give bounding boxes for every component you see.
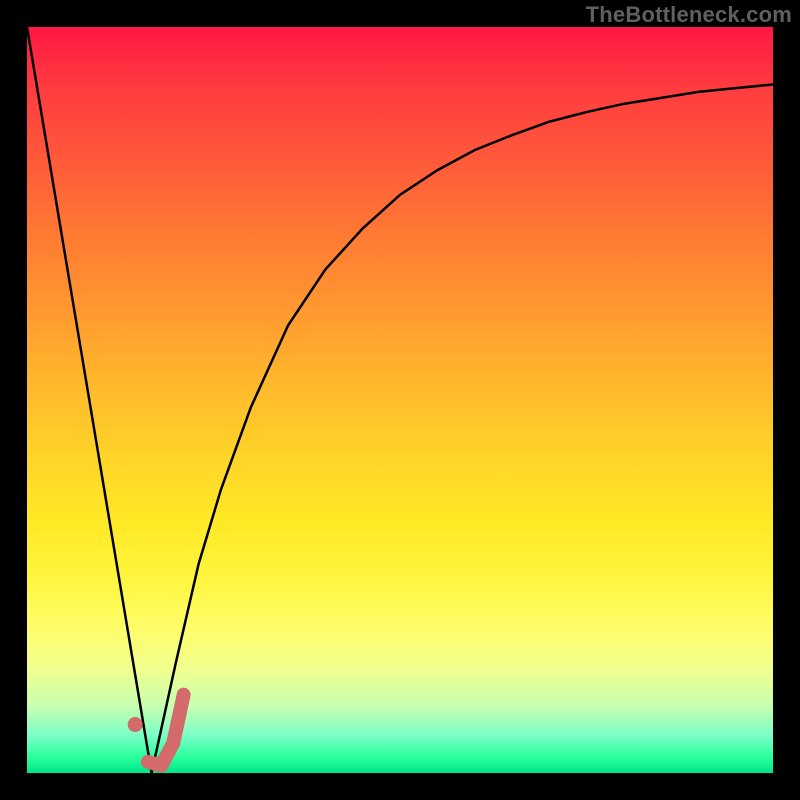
watermark-text: TheBottleneck.com bbox=[586, 2, 792, 28]
chart-frame: TheBottleneck.com bbox=[0, 0, 800, 800]
plot-background-gradient bbox=[27, 27, 773, 773]
